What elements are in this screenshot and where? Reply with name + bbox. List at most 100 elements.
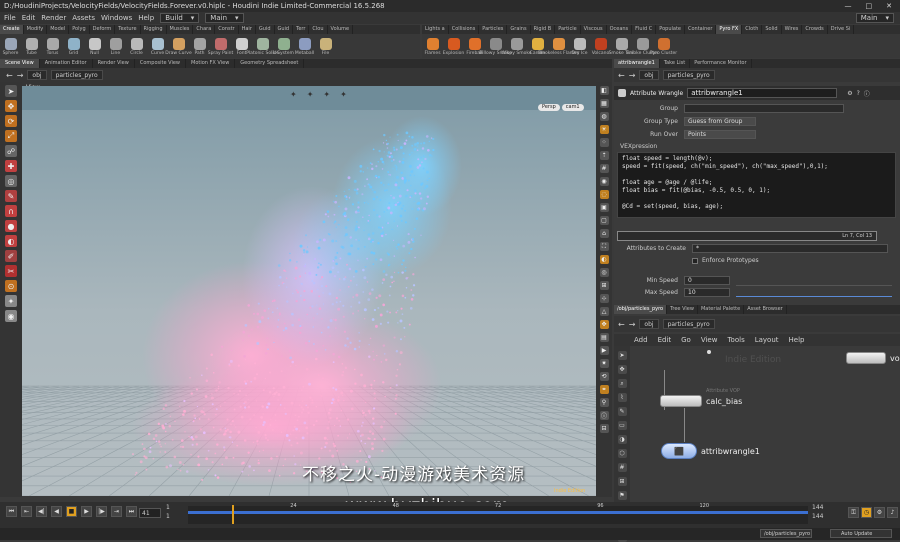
right-desk-dropdown[interactable]: Main ▾ (855, 13, 894, 23)
geometry-icon[interactable]: △ (599, 307, 609, 316)
pin-icon[interactable]: ⚲ (599, 398, 609, 407)
safe-area-icon[interactable]: ▢ (599, 216, 609, 225)
stop-icon[interactable]: ■ (66, 506, 77, 517)
3d-viewport[interactable] (22, 86, 596, 496)
play-reverse-icon[interactable]: ◀ (51, 506, 62, 517)
shelf-tool-wispy-smoke[interactable]: Wispy Smoke (501, 37, 532, 56)
shelf-tab[interactable]: Polyg (69, 25, 90, 34)
menu-file[interactable]: File (4, 14, 16, 22)
shelf-tool-lsystem[interactable]: L-System (273, 37, 294, 56)
forward-arrow-icon[interactable]: → (629, 320, 636, 329)
node-name-field[interactable]: attribwrangle1 (687, 88, 838, 98)
shelf-tab[interactable]: Model (47, 25, 70, 34)
network-menu-item[interactable]: Edit (658, 336, 672, 344)
grid-icon[interactable]: # (599, 164, 609, 173)
layout-icon[interactable]: ⊞ (617, 477, 627, 486)
shelf-tool-circle[interactable]: Circle (126, 37, 147, 56)
menu-assets[interactable]: Assets (72, 14, 95, 22)
vol-node-box[interactable] (846, 352, 886, 364)
shelf-tab[interactable]: Pyro FX (716, 25, 743, 34)
shelf-tool-explosion[interactable]: Explosion (443, 37, 464, 56)
shelf-tab[interactable]: Cloth (742, 25, 763, 34)
shelf-tab[interactable]: Viscous (581, 25, 607, 34)
step-back-key-icon[interactable]: ⇤ (21, 506, 32, 517)
shelf-tab[interactable]: Fluid C (632, 25, 657, 34)
shelf-tool-null[interactable]: Null (84, 37, 105, 56)
frame-icon[interactable]: ⛶ (599, 242, 609, 251)
shelf-tab[interactable]: Chara (193, 25, 216, 34)
forward-arrow-icon[interactable]: → (17, 71, 24, 80)
net-path-obj[interactable]: obj (639, 319, 659, 329)
smooth-shade-icon[interactable]: ◍ (599, 112, 609, 121)
network-menu-item[interactable]: Tools (727, 336, 744, 344)
group-type-select[interactable]: Guess from Group (684, 117, 756, 126)
pane-tab[interactable]: Geometry Spreadsheet (235, 59, 305, 68)
light-icon[interactable]: ✦ (340, 90, 347, 99)
shelf-tab[interactable]: Drive Si (828, 25, 855, 34)
end-frame-a[interactable]: 144 (812, 503, 823, 512)
parm-tab[interactable]: Performance Monitor (690, 59, 752, 68)
network-tab[interactable]: /obj/particles_pyro (614, 305, 668, 314)
flag-icon[interactable]: ⚑ (617, 491, 627, 500)
start-frame-b[interactable]: 1 (166, 512, 170, 521)
run-over-select[interactable]: Points (684, 130, 756, 139)
transform-icon[interactable]: ✥ (5, 100, 17, 112)
vex-code-editor[interactable]: float speed = length(@v); speed = fit(spe… (617, 152, 896, 218)
parm-path-node[interactable]: particles_pyro (662, 70, 715, 80)
shelf-tab[interactable]: Muscles (167, 25, 194, 34)
ortho-icon[interactable]: ⊞ (599, 281, 609, 290)
light-icon[interactable]: ✦ (5, 295, 17, 307)
flipbook-icon[interactable]: ▶ (599, 346, 609, 355)
back-arrow-icon[interactable]: ← (618, 320, 625, 329)
shelf-tab[interactable]: Lights a (422, 25, 449, 34)
shelf-tool-metaball[interactable]: Metaball (294, 37, 315, 56)
calc-bias-node-box[interactable] (660, 395, 702, 407)
info-icon[interactable]: ⓘ (599, 411, 609, 420)
desk-dropdown[interactable]: Main ▾ (205, 13, 244, 23)
ghost-icon[interactable]: ◌ (599, 190, 609, 199)
parm-path-obj[interactable]: obj (639, 70, 659, 80)
wireframe-icon[interactable]: ▦ (599, 99, 609, 108)
grid-icon[interactable]: # (617, 463, 627, 472)
visibility-icon[interactable]: ◐ (599, 255, 609, 264)
shelf-tab[interactable]: Oceans (607, 25, 633, 34)
shelf-tab[interactable]: Collisions (449, 25, 480, 34)
shelf-tool-torus[interactable]: Torus (42, 37, 63, 56)
paint-icon[interactable]: ● (5, 220, 17, 232)
network-tab[interactable]: Material Palette (698, 305, 745, 314)
vol-node[interactable]: vol (846, 352, 900, 364)
shelf-tool-line[interactable]: Line (105, 37, 126, 56)
persp-menu[interactable]: Persp (538, 104, 560, 111)
display-options-icon[interactable]: ◧ (599, 86, 609, 95)
shelf-tab[interactable]: Constr (215, 25, 239, 34)
pane-tab[interactable]: Motion FX View (186, 59, 236, 68)
pane-tab[interactable]: Render View (93, 59, 135, 68)
snapshot-icon[interactable]: ▤ (599, 333, 609, 342)
menu-help[interactable]: Help (138, 14, 154, 22)
background-icon[interactable]: ▣ (599, 203, 609, 212)
pan-icon[interactable]: ✥ (617, 365, 627, 374)
net-path-node[interactable]: particles_pyro (662, 319, 715, 329)
audio-icon[interactable]: ♪ (887, 507, 898, 518)
shelf-tool-dry-ice[interactable]: Dry Ice (569, 37, 590, 56)
playhead[interactable] (232, 505, 234, 524)
scale-icon[interactable]: ⤢ (5, 130, 17, 142)
realtime-icon[interactable]: ◷ (861, 507, 872, 518)
sculpt-icon[interactable]: ◐ (5, 235, 17, 247)
isolate-icon[interactable]: ◎ (599, 268, 609, 277)
guide-icon[interactable]: ⊹ (599, 294, 609, 303)
network-tab[interactable]: Tree View (667, 305, 698, 314)
step-forward-key-icon[interactable]: ⇥ (111, 506, 122, 517)
cut-icon[interactable]: ✂ (5, 265, 17, 277)
layout-icon[interactable]: ⊟ (599, 424, 609, 433)
shelf-tool-grid[interactable]: Grid (63, 37, 84, 56)
light-icon[interactable]: ☀ (599, 125, 609, 134)
light-icon[interactable]: ✦ (323, 90, 330, 99)
attributes-field[interactable]: * (692, 244, 888, 253)
network-tab[interactable]: Asset Browser (744, 305, 787, 314)
shelf-tool-file[interactable]: File (315, 37, 336, 56)
calc-bias-node[interactable]: calc_bias (660, 395, 742, 407)
shelf-tab[interactable]: Grains (507, 25, 531, 34)
shape-icon[interactable]: ⬡ (617, 449, 627, 458)
network-box-icon[interactable]: ▭ (617, 421, 627, 430)
